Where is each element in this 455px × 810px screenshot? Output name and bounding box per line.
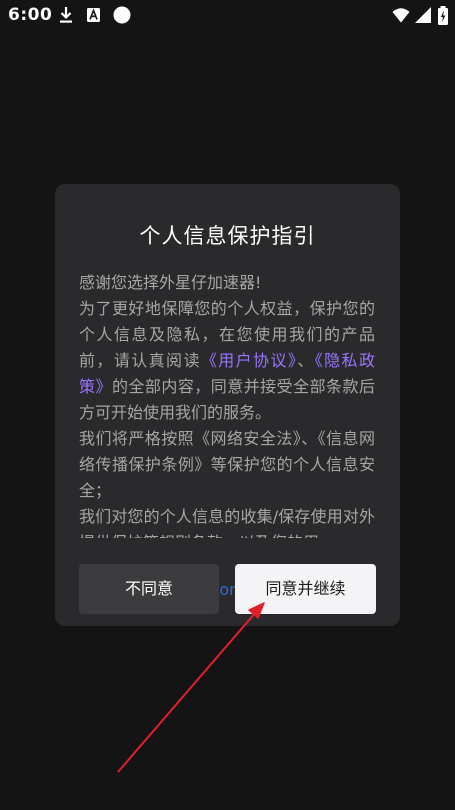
annotation-arrow-icon <box>117 602 265 773</box>
screen: 6:00 个人信息保护指引 感谢您选择外星仔加速器! 为了更好地保障您的个人权益… <box>0 0 455 810</box>
